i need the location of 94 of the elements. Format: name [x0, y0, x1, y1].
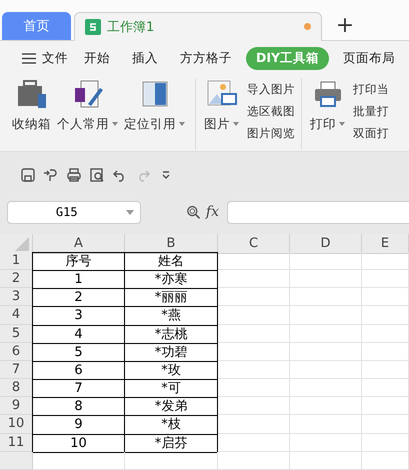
empty-cell[interactable] — [290, 434, 362, 452]
empty-cell[interactable] — [290, 270, 362, 288]
menu-icon — [22, 52, 36, 64]
ribbon-command[interactable]: 批量打 — [353, 102, 389, 121]
ribbon-command[interactable]: 双面打 — [353, 124, 389, 143]
ribbon-button[interactable]: 个人常用 — [55, 80, 120, 133]
empty-cell[interactable] — [218, 342, 290, 361]
empty-cell[interactable] — [290, 342, 362, 361]
ribbon-button[interactable]: 图片 — [202, 80, 241, 133]
export-icon[interactable] — [43, 167, 59, 184]
ribbon-command[interactable]: 打印当 — [353, 80, 389, 99]
toolbox-icon — [16, 80, 48, 110]
row-header[interactable]: 1 — [0, 252, 33, 270]
ribbon-command[interactable]: 图片阅览 — [247, 124, 295, 143]
empty-cell[interactable] — [290, 252, 362, 270]
formula-field[interactable] — [227, 200, 409, 224]
ribbon-label: 收纳箱 — [12, 116, 51, 133]
row-header[interactable]: 9 — [0, 397, 33, 416]
row-header[interactable]: 6 — [0, 342, 33, 361]
select-all-icon[interactable] — [15, 236, 29, 251]
empty-cell[interactable] — [362, 360, 409, 380]
ribbon-button[interactable]: 定位引用 — [122, 80, 187, 133]
empty-cell[interactable] — [218, 434, 290, 452]
spreadsheet-icon — [85, 18, 101, 35]
row-header[interactable]: 7 — [0, 360, 33, 380]
table-cell: 姓名 — [124, 252, 218, 271]
empty-cell[interactable] — [290, 397, 362, 416]
empty-cell[interactable] — [218, 324, 290, 343]
empty-cell[interactable] — [362, 252, 409, 270]
empty-cell[interactable] — [218, 360, 290, 380]
ribbon-label: 定位引用 — [124, 116, 176, 133]
new-tab-button[interactable]: + — [325, 12, 365, 40]
empty-cell[interactable] — [218, 379, 290, 398]
empty-cell[interactable] — [218, 252, 290, 270]
column-header[interactable]: A — [33, 234, 125, 254]
empty-cell[interactable] — [362, 379, 409, 398]
empty-cell[interactable] — [290, 452, 362, 470]
ribbon-button[interactable]: 打印 — [308, 80, 347, 133]
menu-tab[interactable]: 插入 — [124, 48, 166, 69]
ribbon-label: 图片 — [204, 116, 230, 133]
empty-cell[interactable] — [218, 288, 290, 306]
ribbon-label: 个人常用 — [57, 116, 109, 133]
name-box[interactable]: G15 — [7, 200, 141, 224]
empty-cell[interactable] — [125, 452, 218, 470]
print-icon[interactable] — [66, 167, 82, 184]
empty-cell[interactable] — [218, 415, 290, 434]
empty-cell[interactable] — [362, 397, 409, 416]
row-header[interactable]: 3 — [0, 288, 33, 306]
print-preview-icon[interactable] — [89, 167, 105, 184]
empty-cell[interactable] — [362, 452, 409, 470]
column-header[interactable]: E — [362, 234, 409, 254]
menu-tab[interactable]: 方方格子 — [172, 48, 240, 69]
dropdown-caret-icon — [126, 210, 134, 215]
function-label[interactable]: fx — [206, 204, 219, 220]
empty-cell[interactable] — [362, 270, 409, 288]
empty-cell[interactable] — [362, 415, 409, 434]
ribbon-label: 打印 — [310, 116, 336, 133]
row-header[interactable]: 11 — [0, 434, 33, 452]
empty-cell[interactable] — [218, 452, 290, 470]
empty-cell[interactable] — [290, 324, 362, 343]
empty-cell[interactable] — [362, 434, 409, 452]
empty-cell[interactable] — [362, 306, 409, 324]
column-header[interactable]: C — [218, 234, 290, 254]
menu-tab[interactable]: 文件 — [14, 48, 76, 69]
menu-tab[interactable]: 页面布局 — [335, 48, 404, 69]
save-icon[interactable] — [20, 167, 36, 184]
empty-cell[interactable] — [290, 288, 362, 306]
row-header[interactable]: 8 — [0, 379, 33, 398]
empty-cell[interactable] — [290, 379, 362, 398]
empty-cell[interactable] — [362, 324, 409, 343]
empty-cell[interactable] — [290, 360, 362, 380]
empty-cell[interactable] — [218, 306, 290, 324]
table-cell: 序号 — [32, 252, 125, 271]
zoom-icon[interactable] — [186, 204, 200, 220]
row-header[interactable] — [0, 452, 33, 470]
empty-cell[interactable] — [290, 306, 362, 324]
row-header[interactable]: 2 — [0, 270, 33, 288]
column-header[interactable]: D — [290, 234, 362, 254]
table-cell: 10 — [32, 434, 125, 453]
ribbon-command[interactable]: 导入图片 — [247, 80, 295, 99]
column-header[interactable]: B — [125, 234, 218, 254]
empty-cell[interactable] — [218, 270, 290, 288]
document-tab[interactable]: 工作簿1 — [74, 12, 322, 41]
empty-cell[interactable] — [362, 342, 409, 361]
row-header[interactable]: 10 — [0, 415, 33, 434]
ribbon-command[interactable]: 选区截图 — [247, 102, 295, 121]
table-cell: *启芬 — [124, 434, 218, 453]
row-header[interactable]: 5 — [0, 324, 33, 343]
ribbon-button[interactable]: 收纳箱 — [10, 80, 53, 133]
empty-cell[interactable] — [362, 288, 409, 306]
empty-cell[interactable] — [290, 415, 362, 434]
row-header[interactable]: 4 — [0, 306, 33, 324]
menu-tab[interactable]: 开始 — [76, 48, 118, 69]
empty-cell[interactable] — [218, 397, 290, 416]
